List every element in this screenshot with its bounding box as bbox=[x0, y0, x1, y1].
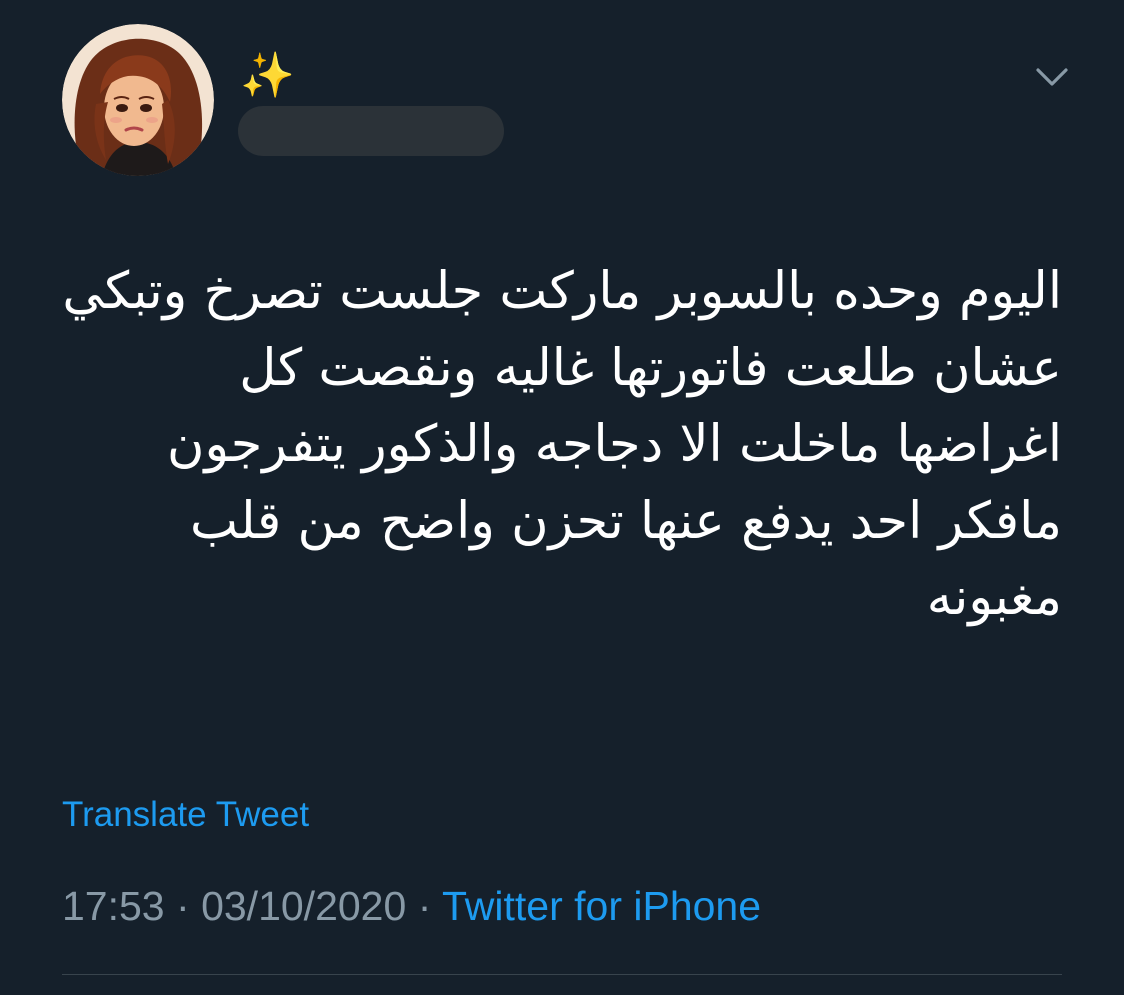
tweet-source-link[interactable]: Twitter for iPhone bbox=[442, 883, 761, 929]
avatar[interactable] bbox=[62, 24, 214, 176]
meta-separator: · bbox=[417, 883, 432, 929]
divider bbox=[62, 974, 1062, 975]
tweet-meta: 17:53 · 03/10/2020 · Twitter for iPhone bbox=[62, 880, 761, 932]
tweet-date: 03/10/2020 bbox=[201, 883, 407, 929]
display-name[interactable]: ✨ bbox=[240, 48, 295, 104]
tweet-text: اليوم وحده بالسوبر ماركت جلست تصرخ وتبكي… bbox=[46, 262, 1062, 627]
translate-tweet-link[interactable]: Translate Tweet bbox=[62, 793, 309, 837]
tweet-time: 17:53 bbox=[62, 883, 165, 929]
meta-separator: · bbox=[176, 883, 190, 929]
tweet-menu-button[interactable] bbox=[1032, 62, 1072, 92]
redacted-handle bbox=[238, 106, 504, 156]
avatar-illustration bbox=[62, 24, 214, 176]
chevron-down-icon bbox=[1036, 68, 1068, 86]
